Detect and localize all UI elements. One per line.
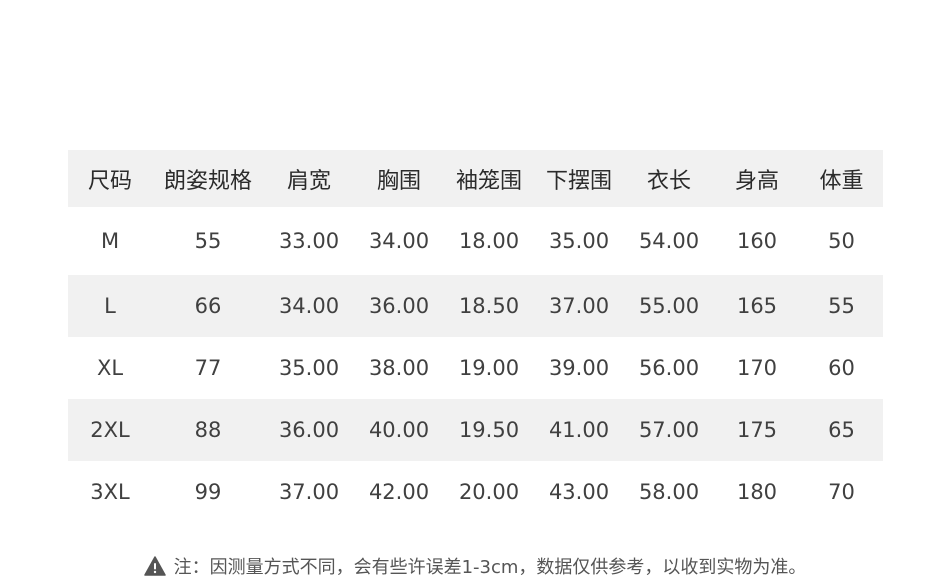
table-cell: 40.00: [368, 418, 430, 442]
table-cell: 34.00: [278, 294, 340, 318]
table-cell: 2XL: [90, 418, 130, 442]
table-cell: 37.00: [278, 480, 340, 504]
table-cell: 41.00: [548, 418, 610, 442]
table-cell: L: [104, 294, 116, 318]
table-row: 2XL 88 36.00 40.00 19.50 41.00 57.00 175…: [68, 399, 883, 461]
table-cell: 55: [828, 294, 855, 318]
table-cell: 34.00: [368, 229, 430, 253]
table-cell: 175: [736, 418, 778, 442]
table-cell: 19.00: [458, 356, 520, 380]
header-brand-size: 朗姿规格: [163, 168, 252, 194]
table-cell: 58.00: [638, 480, 700, 504]
table-cell: 55.00: [638, 294, 700, 318]
table-cell: 66: [194, 294, 222, 318]
table-cell: 60: [828, 356, 855, 380]
table-header-row: 尺码 朗姿规格 肩宽 胸围 袖笼围 下摆围 衣长 身高 体重: [68, 150, 883, 207]
table-cell: 55: [194, 229, 222, 253]
table-cell: 170: [736, 356, 778, 380]
table-cell: 54.00: [638, 229, 700, 253]
header-length: 衣长: [646, 168, 691, 194]
table-cell: 3XL: [90, 480, 130, 504]
table-cell: 38.00: [368, 356, 430, 380]
header-weight: 体重: [819, 168, 864, 194]
table-cell: 35.00: [278, 356, 340, 380]
table-cell: XL: [96, 356, 124, 380]
table-cell: 19.50: [458, 418, 520, 442]
header-size: 尺码: [87, 168, 132, 194]
table-cell: 65: [828, 418, 855, 442]
table-row: M 55 33.00 34.00 18.00 35.00 54.00 160 5…: [68, 207, 883, 275]
header-armhole: 袖笼围: [455, 168, 522, 194]
table-cell: 70: [828, 480, 855, 504]
table-cell: 36.00: [368, 294, 430, 318]
table-cell: 39.00: [548, 356, 610, 380]
table-cell: 18.00: [458, 229, 520, 253]
measurement-note: 注：因测量方式不同，会有些许误差1-3cm，数据仅供参考，以收到实物为准。: [0, 554, 950, 585]
table-row: XL 77 35.00 38.00 19.00 39.00 56.00 170 …: [68, 337, 883, 399]
table-cell: 43.00: [548, 480, 610, 504]
table-cell: 18.50: [458, 294, 520, 318]
header-shoulder: 肩宽: [286, 168, 331, 194]
note-text: 注：因测量方式不同，会有些许误差1-3cm，数据仅供参考，以收到实物为准。: [173, 557, 807, 578]
table-cell: 37.00: [548, 294, 610, 318]
table-cell: 56.00: [638, 356, 700, 380]
table-cell: 88: [194, 418, 222, 442]
header-hem: 下摆围: [545, 168, 612, 194]
table-cell: 42.00: [368, 480, 430, 504]
warning-icon: [143, 556, 166, 585]
table-cell: 57.00: [638, 418, 700, 442]
size-chart-table: 尺码 朗姿规格 肩宽 胸围 袖笼围 下摆围 衣长 身高 体重 M 55 33.0…: [68, 150, 883, 523]
table-cell: 165: [736, 294, 778, 318]
table-cell: 50: [828, 229, 855, 253]
table-row: L 66 34.00 36.00 18.50 37.00 55.00 165 5…: [68, 275, 883, 337]
header-chest: 胸围: [376, 168, 421, 194]
table-cell: 36.00: [278, 418, 340, 442]
table-cell: 33.00: [278, 229, 340, 253]
table-cell: 160: [736, 229, 778, 253]
table-cell: 20.00: [458, 480, 520, 504]
table-cell: 99: [194, 480, 222, 504]
table-cell: M: [100, 229, 120, 253]
table-cell: 180: [736, 480, 778, 504]
header-height: 身高: [734, 168, 779, 194]
table-cell: 35.00: [548, 229, 610, 253]
table-row: 3XL 99 37.00 42.00 20.00 43.00 58.00 180…: [68, 461, 883, 523]
table-cell: 77: [194, 356, 222, 380]
